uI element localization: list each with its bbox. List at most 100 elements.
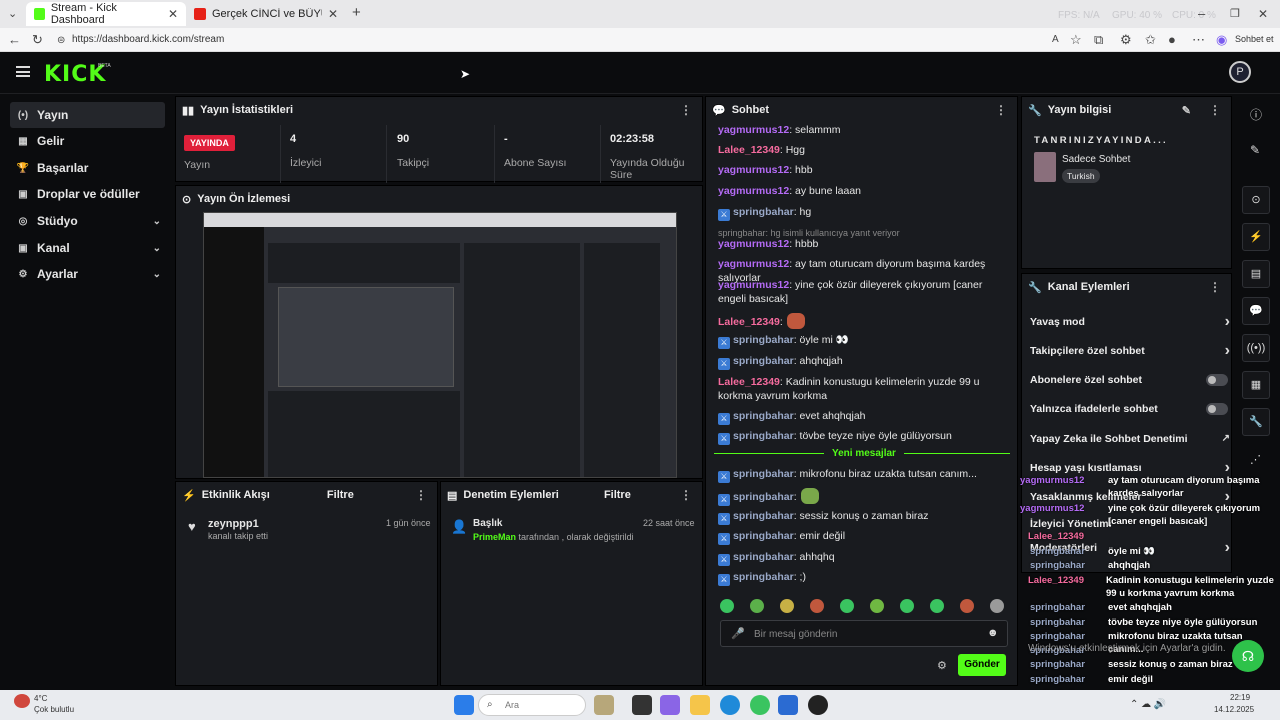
sidebar-item-basarilar[interactable]: 🏆 Başarılar: [10, 155, 165, 181]
page-info-icon[interactable]: ⊜: [57, 33, 65, 49]
chat-username[interactable]: Lalee_12349: [718, 376, 780, 388]
chat-username[interactable]: yagmurmus12: [718, 185, 789, 197]
chat-username[interactable]: yagmurmus12: [718, 258, 789, 270]
close-tab-icon[interactable]: ✕: [168, 7, 178, 21]
emote-picker-icon[interactable]: [750, 599, 764, 613]
taskbar-search[interactable]: ⌕ Ara: [478, 694, 586, 716]
chat-username[interactable]: springbahar: [733, 491, 794, 503]
chat-username[interactable]: springbahar: [733, 206, 794, 218]
chat-username[interactable]: springbahar: [733, 430, 794, 442]
emote-picker-icon[interactable]: [720, 599, 734, 613]
emote-picker-icon[interactable]: [900, 599, 914, 613]
weather-icon[interactable]: [14, 694, 30, 708]
broadcast-toggle-icon[interactable]: ((•)): [1242, 334, 1270, 362]
tab-youtube[interactable]: Gerçek CİNCİ ve BÜYÜCÜ KADIN ✕: [186, 2, 346, 26]
close-tab-icon[interactable]: ✕: [328, 7, 338, 21]
chat-username[interactable]: springbahar: [733, 551, 794, 563]
emote-picker-icon[interactable]: [780, 599, 794, 613]
widgets-icon[interactable]: [594, 695, 614, 715]
minimize-icon[interactable]: –: [1198, 6, 1205, 22]
chat-toggle-icon[interactable]: 💬: [1242, 297, 1270, 325]
edit-icon[interactable]: ✎: [1250, 143, 1260, 157]
file-explorer-icon[interactable]: [690, 695, 710, 715]
copilot-taskbar-icon[interactable]: [660, 695, 680, 715]
activity-toggle-icon[interactable]: ⚡: [1242, 223, 1270, 251]
windows-start-icon[interactable]: [454, 695, 474, 715]
emoji-icon[interactable]: ☻: [987, 627, 999, 639]
hamburger-menu-icon[interactable]: [16, 66, 30, 77]
chat-username[interactable]: springbahar: [733, 571, 794, 583]
store-icon[interactable]: [778, 695, 798, 715]
send-button[interactable]: Gönder: [958, 654, 1006, 676]
chat-input[interactable]: 🎤 Bir mesaj gönderin ☻: [720, 620, 1008, 647]
tab-stream[interactable]: Stream - Kick Dashboard ✕: [26, 2, 186, 26]
read-aloud-icon[interactable]: A: [1052, 32, 1059, 48]
more-options-icon[interactable]: ⋮: [680, 103, 692, 117]
close-window-icon[interactable]: ✕: [1258, 6, 1268, 22]
obs-icon[interactable]: [808, 695, 828, 715]
more-icon[interactable]: ⋯: [1192, 32, 1205, 48]
sidebar-item-ayarlar[interactable]: ⚙ Ayarlar ⌄: [10, 261, 165, 287]
collections-icon[interactable]: ⚙: [1120, 32, 1132, 48]
profile-icon[interactable]: ●: [1168, 32, 1176, 48]
task-view-icon[interactable]: [632, 695, 652, 715]
emote-picker-icon[interactable]: [990, 599, 1004, 613]
chat-button-label[interactable]: Sohbet et: [1235, 34, 1274, 44]
new-tab-icon[interactable]: +: [352, 5, 361, 21]
chat-username[interactable]: yagmurmus12: [718, 124, 789, 136]
moderator-name[interactable]: PrimeMan: [473, 532, 516, 542]
channel-action-item[interactable]: Yavaş mod ›: [1030, 312, 1230, 332]
stream-preview-video[interactable]: [203, 212, 677, 478]
more-options-icon[interactable]: ⋮: [995, 103, 1007, 117]
chat-username[interactable]: springbahar: [733, 355, 794, 367]
reload-icon[interactable]: ↻: [32, 32, 43, 48]
avatar[interactable]: P: [1229, 61, 1251, 83]
chat-username[interactable]: springbahar: [733, 468, 794, 480]
more-options-icon[interactable]: ⋮: [1209, 103, 1221, 117]
preview-toggle-icon[interactable]: ⊙: [1242, 186, 1270, 214]
sidebar-item-droplar[interactable]: ▣ Droplar ve ödüller: [10, 181, 165, 207]
activity-user[interactable]: zeynppp1: [208, 518, 259, 530]
chat-username[interactable]: Lalee_12349: [718, 316, 780, 328]
language-tag[interactable]: Turkish: [1062, 169, 1100, 183]
filter-button[interactable]: Filtre: [327, 489, 354, 501]
moderation-toggle-icon[interactable]: ▤: [1242, 260, 1270, 288]
emote-picker-icon[interactable]: [960, 599, 974, 613]
more-options-icon[interactable]: ⋮: [1209, 280, 1221, 294]
chat-settings-icon[interactable]: ⚙: [937, 659, 947, 672]
emote-picker-icon[interactable]: [840, 599, 854, 613]
sidebar-item-kanal[interactable]: ▣ Kanal ⌄: [10, 235, 165, 261]
emote-picker-icon[interactable]: [810, 599, 824, 613]
chat-username[interactable]: springbahar: [733, 410, 794, 422]
emote-picker-icon[interactable]: [930, 599, 944, 613]
extensions-icon[interactable]: ⧉: [1094, 32, 1103, 48]
favorite-star-icon[interactable]: ☆: [1070, 32, 1082, 48]
layout-toggle-icon[interactable]: ▦: [1242, 371, 1270, 399]
chat-username[interactable]: springbahar: [733, 510, 794, 522]
restore-icon[interactable]: ❐: [1230, 6, 1240, 22]
edit-pencil-icon[interactable]: ✎: [1182, 104, 1191, 117]
chat-username[interactable]: yagmurmus12: [718, 164, 789, 176]
sidebar-item-gelir[interactable]: ▦ Gelir: [10, 128, 165, 154]
toggle-switch[interactable]: [1206, 374, 1228, 386]
more-options-icon[interactable]: ⋮: [415, 488, 427, 502]
toggle-switch[interactable]: [1206, 403, 1228, 415]
copilot-icon[interactable]: ◉: [1216, 32, 1227, 48]
channel-action-item[interactable]: Abonelere özel sohbet: [1030, 370, 1230, 390]
sidebar-item-yayin[interactable]: (•) Yayın: [10, 102, 165, 128]
chat-username[interactable]: yagmurmus12: [718, 238, 789, 250]
category-name[interactable]: Sadece Sohbet: [1062, 154, 1130, 165]
share-icon[interactable]: ⋰: [1250, 453, 1261, 466]
channel-action-item[interactable]: Yapay Zeka ile Sohbet Denetimi ↗: [1030, 429, 1230, 449]
chat-username[interactable]: yagmurmus12: [718, 279, 789, 291]
new-messages-label[interactable]: Yeni mesajlar: [824, 448, 904, 459]
tray-icons[interactable]: ⌃ ☁ 🔊: [1130, 699, 1166, 710]
favorites-icon[interactable]: ✩: [1145, 32, 1156, 48]
channel-action-item[interactable]: Yalnızca ifadelerle sohbet: [1030, 399, 1230, 419]
spotify-icon[interactable]: [750, 695, 770, 715]
chat-username[interactable]: springbahar: [733, 530, 794, 542]
chat-username[interactable]: Lalee_12349: [718, 144, 780, 156]
chat-username[interactable]: springbahar: [733, 334, 794, 346]
url-field[interactable]: https://dashboard.kick.com/stream: [54, 31, 1204, 49]
edge-icon[interactable]: [720, 695, 740, 715]
